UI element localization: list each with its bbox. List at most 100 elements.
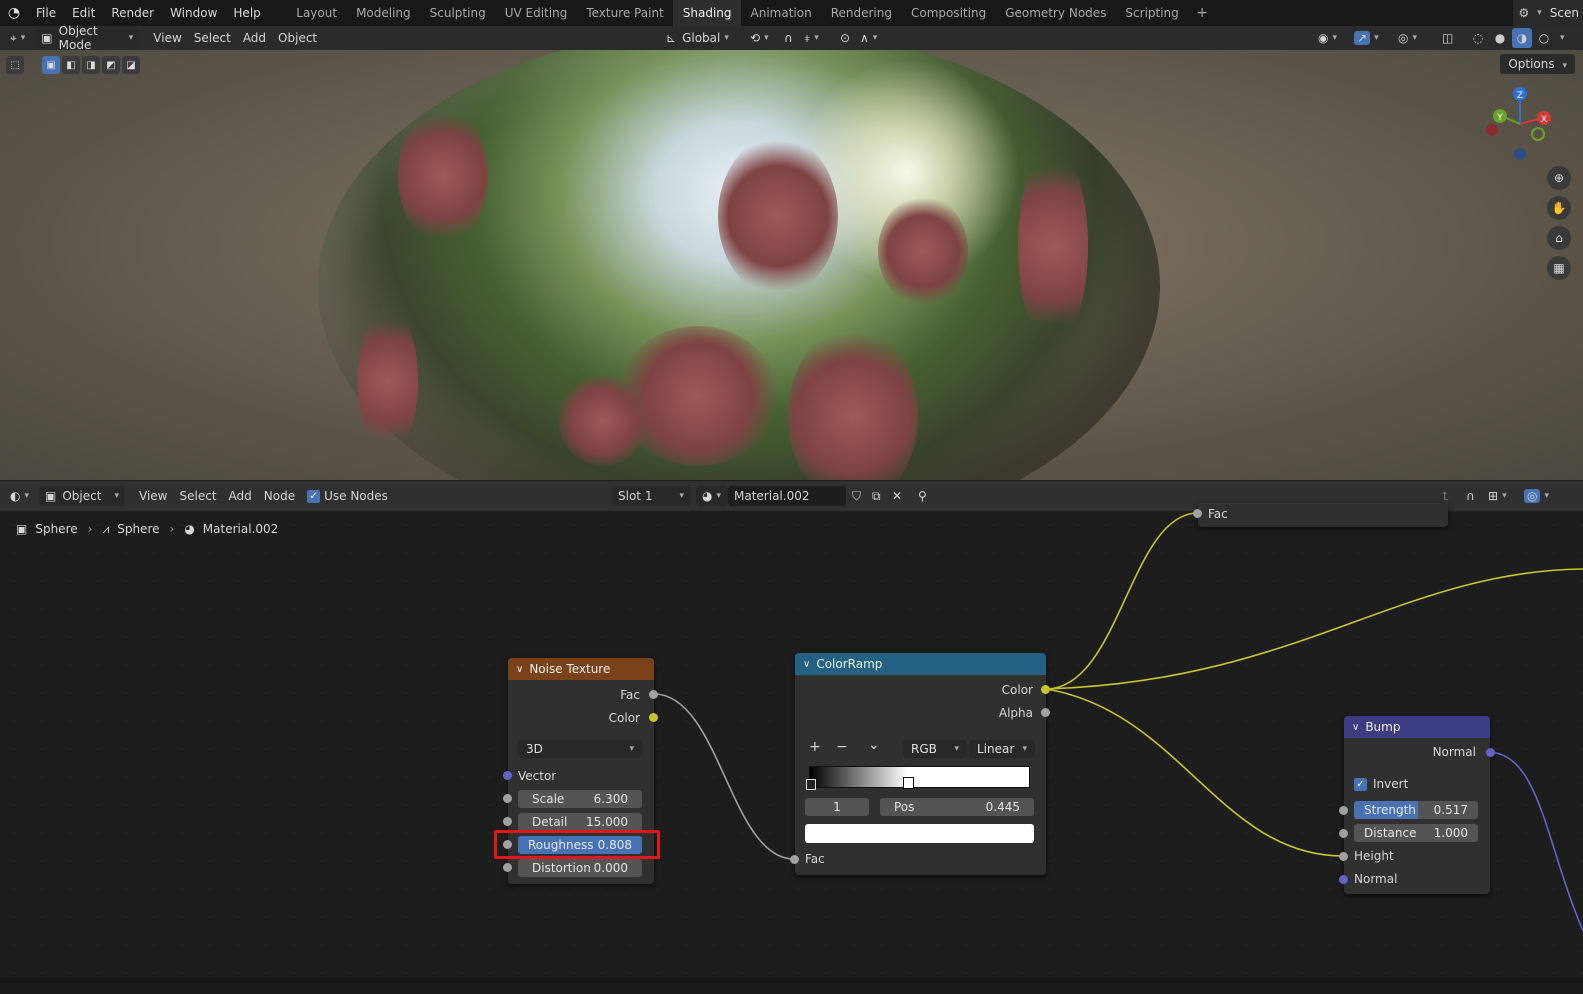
neg-x-axis-dot[interactable] <box>1486 124 1498 136</box>
noise-scale-input-socket[interactable] <box>503 794 512 803</box>
material-preview-shading-icon[interactable]: ◑ <box>1512 28 1532 48</box>
bump-normal-input-socket[interactable] <box>1339 875 1348 884</box>
tab-modeling[interactable]: Modeling <box>347 0 421 26</box>
chevron-down-icon[interactable]: ▾ <box>1560 33 1565 43</box>
neg-y-axis-dot[interactable] <box>1531 127 1545 141</box>
collapse-chevron-icon[interactable]: ∨ <box>803 659 810 670</box>
zoom-icon[interactable]: ⊕ <box>1547 166 1571 190</box>
blender-logo-icon[interactable]: ◔ <box>0 0 28 26</box>
proportional-edit-toggle[interactable]: ⊙ <box>834 28 856 48</box>
object-mode-dropdown[interactable]: ▣ Object Mode ▾ <box>35 24 140 52</box>
menu-file[interactable]: File <box>28 0 64 26</box>
bump-node-header[interactable]: ∨ Bump <box>1344 716 1490 738</box>
colorramp-alpha-output-socket[interactable] <box>1041 708 1050 717</box>
overlay-toggle[interactable]: ◎ ▾ <box>1392 28 1423 48</box>
select-subtract-icon[interactable]: ◨ <box>82 56 100 74</box>
colorramp-color-output-socket[interactable] <box>1041 685 1050 694</box>
menu-help[interactable]: Help <box>225 0 268 26</box>
select-new-icon[interactable]: ▣ <box>42 56 60 74</box>
snap-toggle[interactable]: ∩ <box>778 28 799 48</box>
node-colorramp[interactable]: ∨ ColorRamp Color Alpha + − ⌄ RGB ▾ Linea… <box>795 653 1046 875</box>
falloff-button[interactable]: ∧ ▾ <box>854 28 883 48</box>
node-bump[interactable]: ∨ Bump Normal ✓ Invert Strength 0.517 Dis… <box>1344 716 1490 894</box>
snap-node-toggle[interactable]: ∩ <box>1460 486 1481 506</box>
select-difference-icon[interactable]: ◩ <box>102 56 120 74</box>
stop-position-field[interactable]: Pos 0.445 <box>880 798 1034 816</box>
fac-input-socket[interactable] <box>1193 509 1202 518</box>
transform-orientation-dropdown[interactable]: ⊾ Global ▾ <box>660 28 740 48</box>
gizmo-toggle[interactable]: ↗ ▾ <box>1348 28 1385 48</box>
tab-geometry-nodes[interactable]: Geometry Nodes <box>996 0 1116 26</box>
bump-distance-input-socket[interactable] <box>1339 829 1348 838</box>
material-browse-button[interactable]: ◕ ▾ <box>696 486 728 506</box>
tab-texture-paint[interactable]: Texture Paint <box>577 0 673 26</box>
collapse-chevron-icon[interactable]: ∨ <box>1352 722 1359 733</box>
neg-z-axis-dot[interactable] <box>1514 148 1526 160</box>
duplicate-material-button[interactable]: ⧉ <box>866 486 887 506</box>
fake-user-button[interactable]: ⛉ <box>846 486 867 506</box>
select-tool-icon[interactable]: ⬚ <box>6 56 24 74</box>
noise-distortion-field[interactable]: Distortion 0.000 <box>518 859 642 877</box>
xray-toggle[interactable]: ◫ <box>1436 28 1459 48</box>
noise-node-header[interactable]: ∨ Noise Texture <box>508 658 654 680</box>
tab-uv-editing[interactable]: UV Editing <box>495 0 577 26</box>
noise-fac-output-socket[interactable] <box>649 690 658 699</box>
tab-animation[interactable]: Animation <box>741 0 821 26</box>
collapse-chevron-icon[interactable]: ∨ <box>516 664 523 675</box>
noise-scale-field[interactable]: Scale 6.300 <box>518 790 642 808</box>
tab-shading[interactable]: Shading <box>673 0 741 26</box>
node-fac-stub[interactable]: Fac <box>1198 503 1448 527</box>
menu-edit[interactable]: Edit <box>64 0 103 26</box>
3d-viewport[interactable]: ⬚ ▣ ◧ ◨ ◩ ◪ Options ▾ Z X Y ⊕ ✋ ⌂ ▦ <box>0 50 1583 480</box>
wireframe-shading-icon[interactable]: ◌ <box>1468 28 1488 48</box>
node-menu-node[interactable]: Node <box>258 486 301 506</box>
bump-strength-input-socket[interactable] <box>1339 806 1348 815</box>
bump-distance-field[interactable]: Distance 1.000 <box>1354 824 1478 842</box>
viewport-menu-select[interactable]: Select <box>188 28 237 48</box>
color-stop-0-handle[interactable] <box>806 779 816 790</box>
node-menu-select[interactable]: Select <box>174 486 223 506</box>
color-stop-1-handle[interactable] <box>903 777 914 789</box>
material-name-field[interactable]: Material.002 <box>728 486 846 506</box>
snap-node-mode[interactable]: ⊞ ▾ <box>1482 486 1513 506</box>
grid-perspective-icon[interactable]: ▦ <box>1547 256 1571 280</box>
interpolation-dropdown[interactable]: Linear ▾ <box>969 740 1035 758</box>
options-dropdown[interactable]: Options ▾ <box>1500 54 1575 74</box>
more-options-button[interactable]: ⌄ <box>868 737 880 753</box>
colorramp-node-header[interactable]: ∨ ColorRamp <box>795 653 1046 675</box>
node-menu-add[interactable]: Add <box>223 486 258 506</box>
tab-sculpting[interactable]: Sculpting <box>420 0 495 26</box>
shader-type-dropdown[interactable]: ▣ Object ▾ <box>39 486 126 506</box>
color-ramp-gradient[interactable] <box>809 766 1030 788</box>
viewport-menu-add[interactable]: Add <box>237 28 272 48</box>
menu-window[interactable]: Window <box>162 0 225 26</box>
tab-layout[interactable]: Layout <box>287 0 347 26</box>
select-extend-icon[interactable]: ◧ <box>62 56 80 74</box>
add-stop-button[interactable]: + <box>809 739 821 755</box>
node-menu-view[interactable]: View <box>133 486 173 506</box>
pan-hand-icon[interactable]: ✋ <box>1547 196 1571 220</box>
node-overlay-toggle[interactable]: ◎ ▾ <box>1518 486 1555 506</box>
node-editor-type-button[interactable]: ◐ ▾ <box>4 486 35 506</box>
camera-icon[interactable]: ⌂ <box>1547 226 1571 250</box>
use-nodes-checkbox[interactable]: ✓ Use Nodes <box>301 486 394 506</box>
viewport-menu-object[interactable]: Object <box>272 28 323 48</box>
solid-shading-icon[interactable]: ● <box>1490 28 1510 48</box>
select-intersect-icon[interactable]: ◪ <box>122 56 140 74</box>
tab-compositing[interactable]: Compositing <box>901 0 995 26</box>
stop-index-field[interactable]: 1 <box>805 798 869 816</box>
noise-vector-input-socket[interactable] <box>503 771 512 780</box>
snap-target-button[interactable]: ⧧ ▾ <box>798 28 825 48</box>
unlink-material-button[interactable]: ✕ <box>886 486 908 506</box>
colorramp-fac-input-socket[interactable] <box>790 855 799 864</box>
noise-dimensions-dropdown[interactable]: 3D ▾ <box>518 740 642 758</box>
bump-invert-checkbox[interactable]: ✓ Invert <box>1354 775 1408 793</box>
visibility-button[interactable]: ◉ ▾ <box>1312 28 1343 48</box>
pivot-point-button[interactable]: ⟲ ▾ <box>744 28 775 48</box>
menu-render[interactable]: Render <box>103 0 162 26</box>
noise-distortion-input-socket[interactable] <box>503 863 512 872</box>
pin-button[interactable]: ⚲ <box>912 486 933 506</box>
material-preview-sphere[interactable] <box>318 50 1160 480</box>
tab-rendering[interactable]: Rendering <box>821 0 901 26</box>
bump-strength-field[interactable]: Strength 0.517 <box>1354 801 1478 819</box>
